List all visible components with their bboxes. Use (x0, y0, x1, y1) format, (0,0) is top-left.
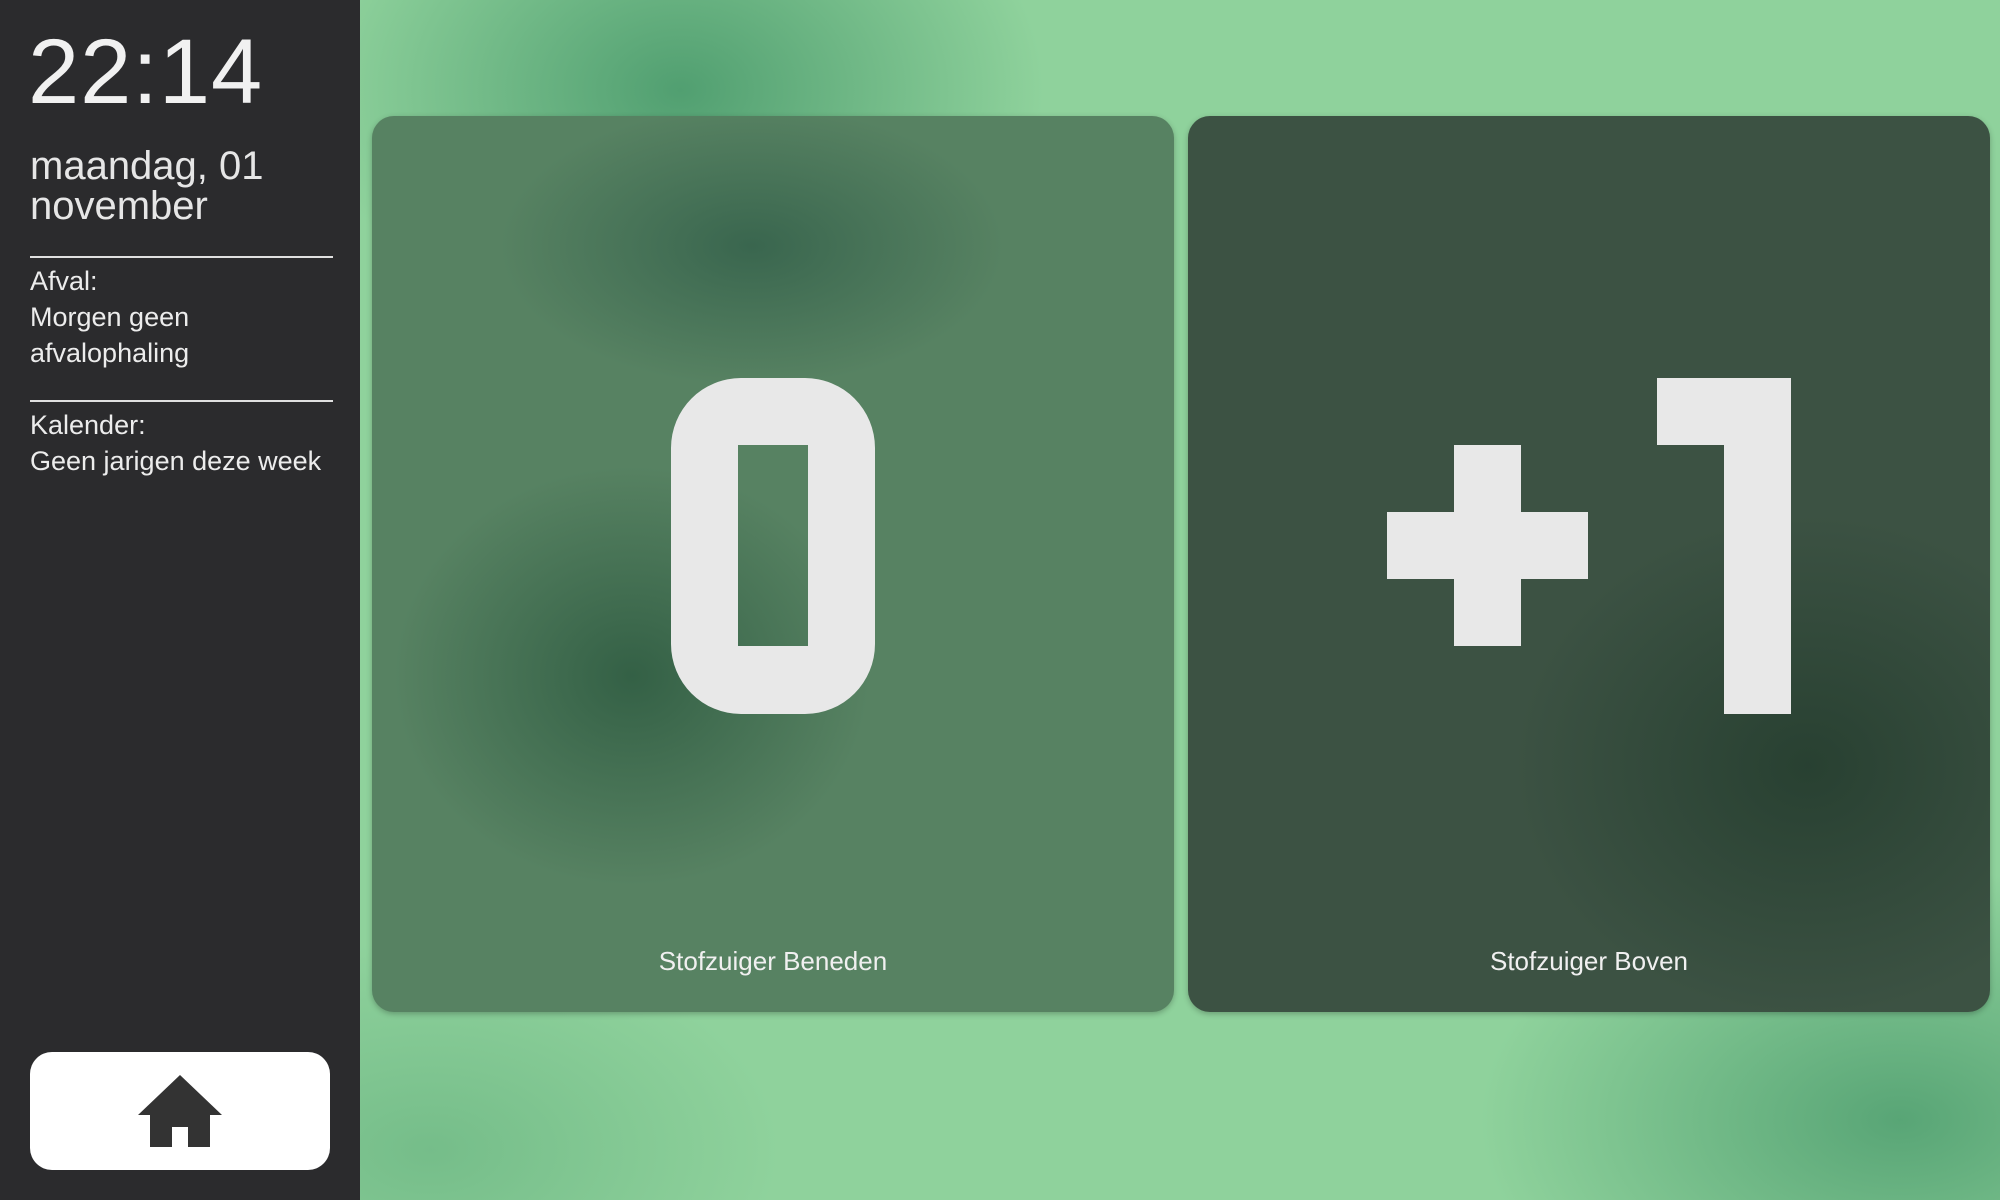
clock-time: 22:14 (28, 21, 264, 123)
afval-text: Morgen geen afvalophaling (30, 302, 190, 368)
sidebar: 22:14 maandag, 01 november Afval: Morgen… (0, 0, 360, 1200)
divider (30, 256, 333, 258)
home-icon (138, 1075, 222, 1147)
kalender-text: Geen jarigen deze week (30, 446, 322, 476)
date-display: maandag, 01 november (30, 144, 264, 228)
afval-section: Afval: Morgen geen afvalophaling (30, 263, 340, 371)
digit-zero-glyph (671, 378, 875, 714)
home-button[interactable] (30, 1052, 330, 1170)
afval-title: Afval: (30, 266, 98, 296)
plus-one-glyph (1387, 378, 1791, 714)
tile-value: +1 (1188, 366, 1990, 726)
tile-value: 0 (372, 366, 1174, 726)
kalender-section: Kalender: Geen jarigen deze week (30, 407, 340, 479)
divider (30, 400, 333, 402)
kalender-title: Kalender: (30, 410, 146, 440)
tile-label: Stofzuiger Beneden (658, 946, 888, 976)
tile-label: Stofzuiger Boven (1489, 946, 1688, 976)
tile-stofzuiger-beneden[interactable]: 0 Stofzuiger Beneden (372, 116, 1174, 1012)
tile-stofzuiger-boven[interactable]: +1 Stofzuiger Boven (1188, 116, 1990, 1012)
